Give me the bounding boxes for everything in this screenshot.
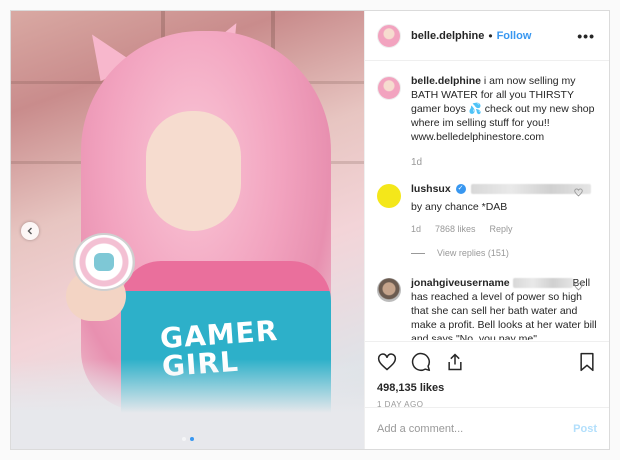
caption: belle.delphine i am now selling my BATH … bbox=[377, 62, 597, 170]
carousel-dot bbox=[181, 437, 186, 441]
redacted-text bbox=[512, 278, 573, 289]
caption-time[interactable]: 1d bbox=[411, 156, 597, 170]
comment-item: lushsux ✓ by any chance *DAB 1d 7868 lik… bbox=[377, 170, 597, 260]
post-actions: 498,135 likes 1 DAY AGO bbox=[365, 341, 609, 409]
media-face bbox=[146, 111, 241, 231]
comment-meta: 1d 7868 likes Reply bbox=[411, 222, 597, 236]
like-comment-heart-icon[interactable] bbox=[574, 188, 583, 197]
post-media-image[interactable]: GAMER GIRL bbox=[11, 11, 364, 449]
avatar[interactable] bbox=[377, 23, 401, 48]
comment-username[interactable]: jonahgiveusername bbox=[411, 277, 510, 289]
bookmark-icon[interactable] bbox=[577, 352, 597, 372]
carousel-prev-button[interactable] bbox=[21, 222, 39, 240]
redacted-text bbox=[470, 184, 591, 195]
media-bathtub bbox=[11, 359, 364, 449]
comment-bubble-icon[interactable] bbox=[411, 352, 431, 372]
carousel-indicator bbox=[181, 437, 194, 441]
post-comment-button[interactable]: Post bbox=[573, 423, 597, 435]
header-separator: • bbox=[488, 28, 493, 43]
comment-item: jonahgiveusername Bell has reached a lev… bbox=[377, 260, 597, 340]
view-replies-button[interactable]: View replies (151) bbox=[411, 246, 597, 260]
post-header: belle.delphine • Follow ••• bbox=[365, 11, 609, 61]
view-replies-label: View replies (151) bbox=[437, 248, 509, 258]
avatar[interactable] bbox=[377, 76, 401, 100]
carousel-dot-active bbox=[189, 437, 194, 441]
more-options-icon[interactable]: ••• bbox=[577, 28, 595, 44]
chevron-left-icon bbox=[27, 227, 32, 235]
media-jar bbox=[73, 233, 135, 291]
divider bbox=[411, 252, 425, 254]
like-comment-heart-icon[interactable] bbox=[574, 282, 583, 291]
share-icon[interactable] bbox=[445, 352, 465, 372]
like-heart-icon[interactable] bbox=[377, 352, 397, 372]
comments-list: belle.delphine i am now selling my BATH … bbox=[365, 62, 609, 340]
avatar[interactable] bbox=[377, 278, 401, 302]
likes-count[interactable]: 498,135 likes bbox=[377, 382, 597, 394]
follow-button[interactable]: Follow bbox=[497, 30, 532, 42]
comment-text: by any chance *DAB bbox=[411, 201, 508, 213]
caption-username[interactable]: belle.delphine bbox=[411, 75, 481, 87]
author-username[interactable]: belle.delphine bbox=[411, 30, 484, 42]
add-comment-bar: Post bbox=[365, 407, 609, 449]
comment-input[interactable] bbox=[377, 422, 574, 435]
post-sidebar: belle.delphine • Follow ••• belle.delphi… bbox=[364, 11, 609, 449]
avatar[interactable] bbox=[377, 184, 401, 208]
comment-username[interactable]: lushsux bbox=[411, 183, 451, 195]
comment-likes[interactable]: 7868 likes bbox=[435, 222, 476, 236]
verified-badge-icon: ✓ bbox=[455, 184, 466, 195]
comment-time[interactable]: 1d bbox=[411, 222, 421, 236]
reply-button[interactable]: Reply bbox=[490, 222, 513, 236]
post-card: GAMER GIRL belle.delphine • Follow ••• b… bbox=[10, 10, 610, 450]
